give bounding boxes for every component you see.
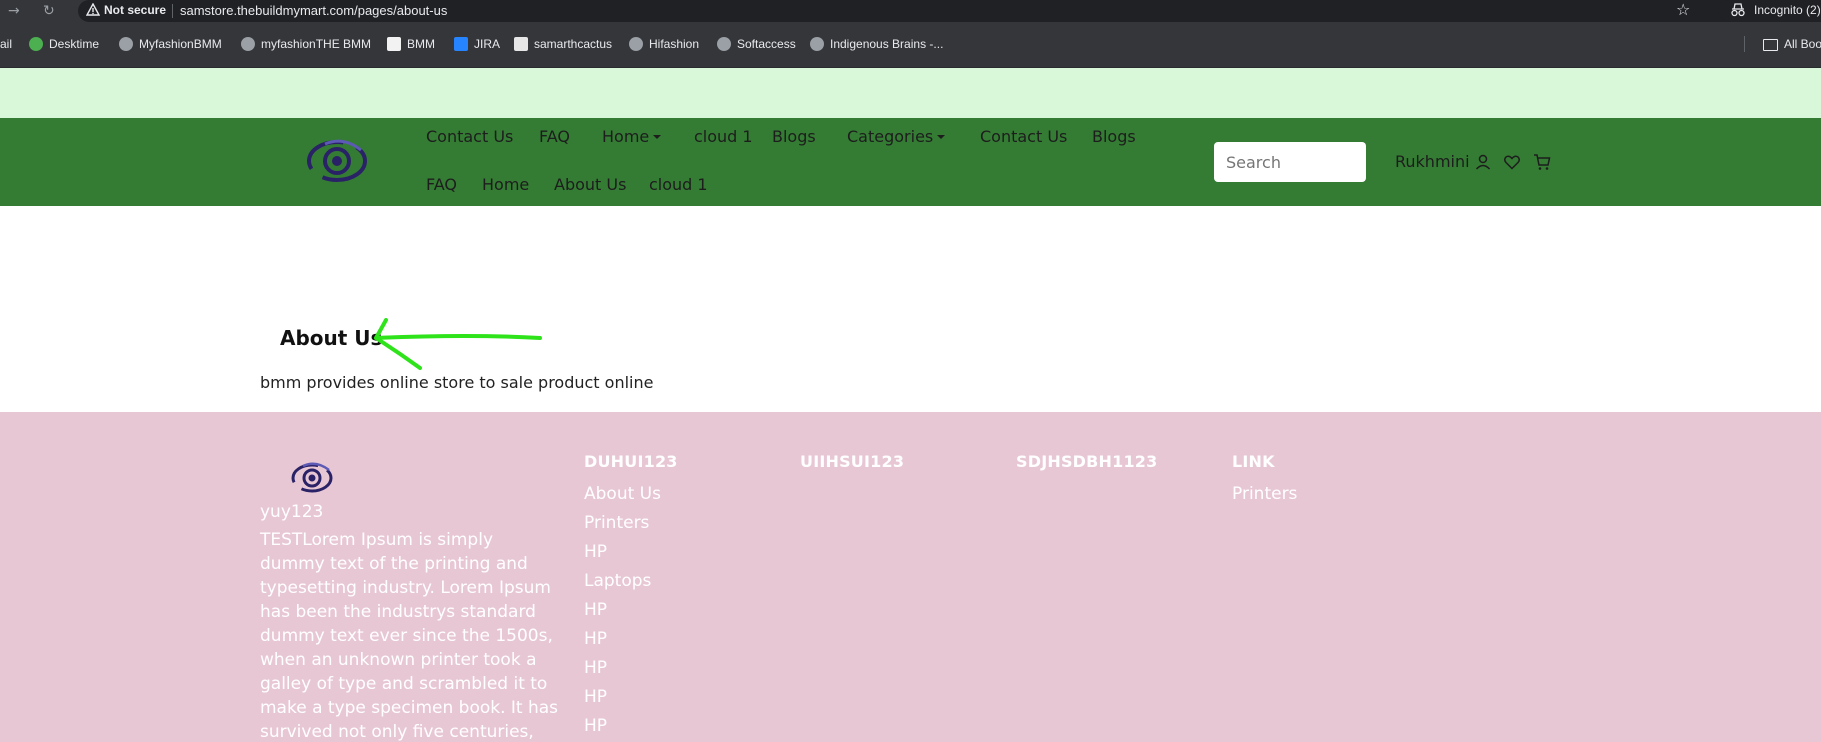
globe-icon [629, 37, 643, 51]
browser-address-bar: → ↻ Not secure samstore.thebuildmymart.c… [0, 0, 1821, 22]
bookmark-item[interactable]: Softaccess [717, 37, 796, 51]
incognito-indicator[interactable]: Incognito (2) [1718, 0, 1821, 22]
footer-column-heading: DUHUI123 [584, 452, 678, 471]
nav-cloud-1[interactable]: cloud 1 [649, 175, 708, 194]
bookmark-item[interactable]: Indigenous Brains -... [810, 37, 943, 51]
incognito-icon [1731, 3, 1745, 17]
site-logo[interactable] [303, 130, 371, 190]
security-chip[interactable]: Not secure [86, 3, 166, 17]
footer-logo[interactable] [289, 457, 335, 497]
footer-brand: yuy123 [260, 502, 324, 522]
cart-icon[interactable] [1533, 153, 1551, 171]
bookmark-item[interactable]: BMM [387, 37, 435, 51]
about-description: bmm provides online store to sale produc… [260, 373, 654, 392]
nav-blogs[interactable]: Blogs [772, 127, 816, 146]
footer-links-list: Printers [1232, 480, 1297, 509]
nav-cloud-1[interactable]: cloud 1 [694, 127, 753, 146]
footer-link[interactable]: About Us [584, 480, 661, 509]
nav-home[interactable]: Home [482, 175, 529, 194]
footer-link[interactable]: HP [584, 625, 661, 654]
globe-icon [241, 37, 255, 51]
bookmark-item[interactable]: MyfashionBMM [119, 37, 222, 51]
footer-column-heading: UIIHSUI123 [800, 452, 905, 471]
footer-column-heading: LINK [1232, 452, 1275, 471]
bookmark-item[interactable]: myfashionTHE BMM [241, 37, 371, 51]
bookmark-item[interactable]: samarthcactus [514, 37, 612, 51]
annotation-arrow [374, 318, 542, 370]
omnibox-divider [172, 4, 173, 18]
globe-icon [119, 37, 133, 51]
url-text[interactable]: samstore.thebuildmymart.com/pages/about-… [180, 3, 447, 18]
search-input[interactable] [1214, 142, 1366, 182]
footer-links-list: About Us Printers HP Laptops HP HP HP HP… [584, 480, 661, 741]
nav-about-us[interactable]: About Us [554, 175, 626, 194]
user-name[interactable]: Rukhmini [1395, 152, 1470, 171]
bookmark-item[interactable]: Hifashion [629, 37, 699, 51]
nav-home-dropdown[interactable]: Home [602, 127, 662, 146]
footer-link[interactable]: Printers [584, 509, 661, 538]
nav-categories-dropdown[interactable]: Categories [847, 127, 946, 146]
bookmark-item[interactable]: Desktime [29, 37, 99, 51]
user-icon[interactable] [1474, 153, 1492, 171]
nav-faq[interactable]: FAQ [539, 127, 570, 146]
announcement-bar [0, 68, 1821, 118]
security-label: Not secure [104, 3, 167, 17]
jira-icon [454, 37, 468, 51]
forward-icon[interactable]: → [8, 2, 20, 20]
footer-link[interactable]: Printers [1232, 480, 1297, 509]
bookmark-star-icon[interactable]: ☆ [1676, 0, 1690, 19]
footer-column-heading: SDJHSDBH1123 [1016, 452, 1158, 471]
footer-link[interactable]: HP [584, 712, 661, 741]
bookmark-item[interactable]: ail [0, 37, 12, 51]
desktime-icon [29, 37, 43, 51]
footer-link[interactable]: HP [584, 538, 661, 567]
heart-icon[interactable] [1503, 153, 1521, 171]
footer-link[interactable]: HP [584, 654, 661, 683]
bookmarks-divider [1744, 36, 1745, 52]
globe-icon [717, 37, 731, 51]
cactus-icon [514, 37, 528, 51]
globe-icon [810, 37, 824, 51]
caret-down-icon [937, 135, 946, 139]
footer-link[interactable]: HP [584, 596, 661, 625]
nav-blogs[interactable]: Blogs [1092, 127, 1136, 146]
footer-link[interactable]: Laptops [584, 567, 661, 596]
warning-icon [86, 3, 100, 16]
bmm-icon [387, 37, 401, 51]
incognito-label: Incognito (2) [1754, 3, 1821, 17]
nav-faq[interactable]: FAQ [426, 175, 457, 194]
folder-icon [1763, 39, 1778, 51]
bookmarks-bar: ail Desktime MyfashionBMM myfashionTHE B… [0, 22, 1821, 68]
footer-description: TESTLorem Ipsum is simply dummy text of … [260, 530, 559, 742]
bookmark-item[interactable]: JIRA [454, 37, 500, 51]
caret-down-icon [653, 135, 662, 139]
nav-contact-us[interactable]: Contact Us [980, 127, 1067, 146]
all-bookmarks[interactable]: All Boo [1763, 37, 1821, 51]
footer-link[interactable]: HP [584, 683, 661, 712]
nav-contact-us[interactable]: Contact Us [426, 127, 513, 146]
reload-icon[interactable]: ↻ [43, 2, 55, 20]
